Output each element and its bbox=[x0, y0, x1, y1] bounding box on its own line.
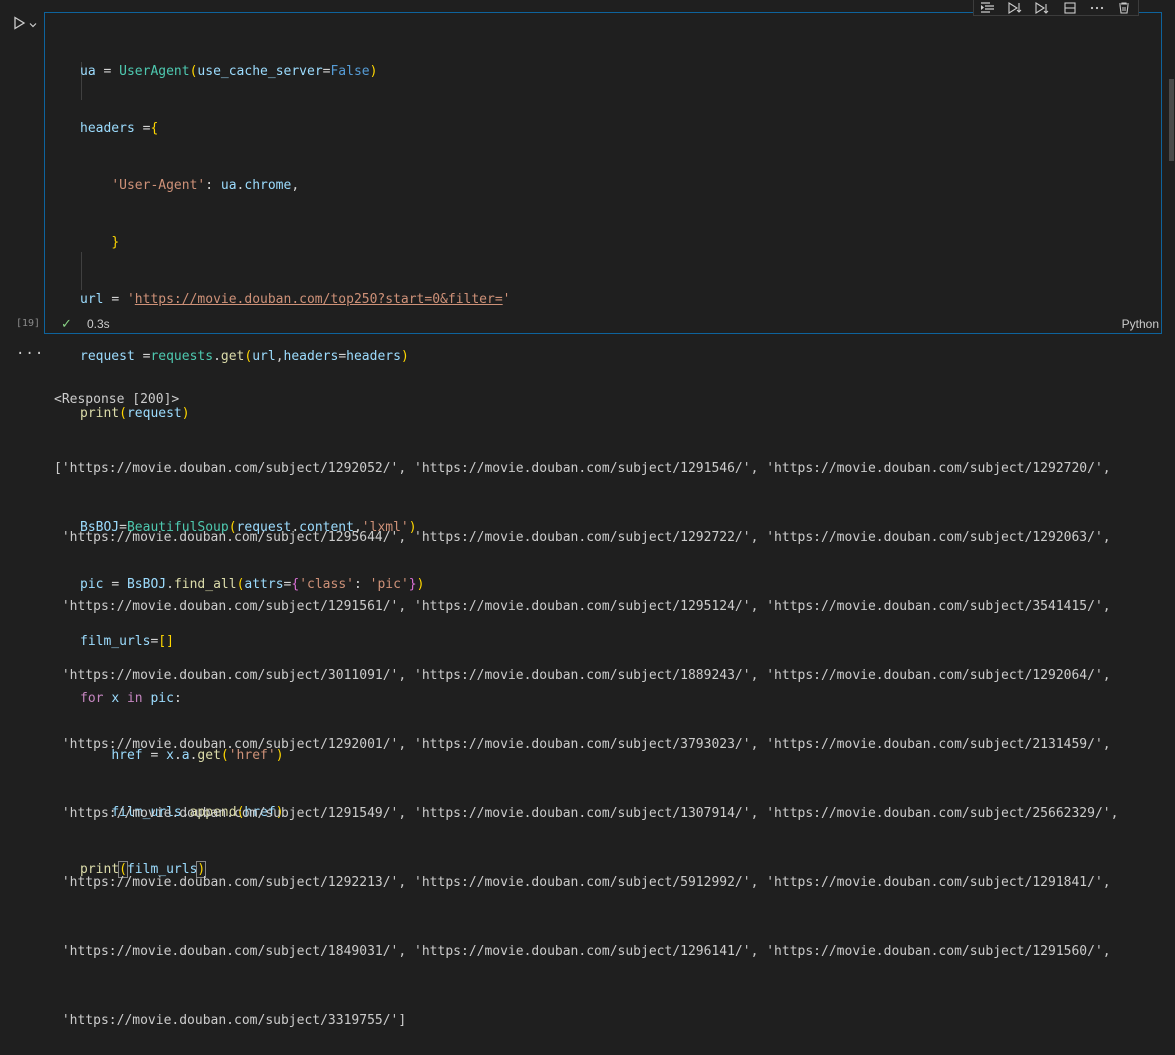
code-line: 'User-Agent': ua.chrome, bbox=[111, 178, 300, 193]
output-line: 'https://movie.douban.com/subject/129200… bbox=[54, 737, 1111, 752]
output-line: <Response [200]> bbox=[54, 392, 180, 407]
execute-below-icon[interactable] bbox=[1032, 1, 1052, 15]
output-more-actions[interactable]: ... bbox=[16, 342, 44, 358]
output-line: ['https://movie.douban.com/subject/12920… bbox=[54, 461, 1111, 476]
more-icon[interactable] bbox=[1087, 1, 1107, 15]
delete-icon[interactable] bbox=[1114, 1, 1134, 15]
output-line: 'https://movie.douban.com/subject/129156… bbox=[54, 599, 1111, 614]
execution-count: [19] bbox=[16, 318, 41, 329]
language-selector[interactable]: Python bbox=[1122, 317, 1159, 331]
split-cell-icon[interactable] bbox=[1060, 1, 1080, 15]
output-line: 'https://movie.douban.com/subject/129154… bbox=[54, 806, 1119, 821]
output-line: 'https://movie.douban.com/subject/331975… bbox=[54, 1013, 407, 1028]
execution-time: 0.3s bbox=[87, 317, 110, 331]
vertical-scrollbar[interactable] bbox=[1167, 13, 1175, 576]
output-line: 'https://movie.douban.com/subject/301109… bbox=[54, 668, 1111, 683]
code-line: ua = UserAgent(use_cache_server=False) bbox=[80, 64, 378, 79]
code-line: headers ={ bbox=[80, 121, 159, 136]
scrollbar-thumb[interactable] bbox=[1169, 79, 1174, 161]
chevron-down-icon[interactable] bbox=[28, 15, 38, 34]
run-by-line-icon[interactable] bbox=[978, 1, 998, 15]
output-line: 'https://movie.douban.com/subject/184903… bbox=[54, 944, 1111, 959]
execute-above-icon[interactable] bbox=[1005, 1, 1025, 15]
output-line: 'https://movie.douban.com/subject/129221… bbox=[54, 875, 1111, 890]
play-icon bbox=[12, 15, 26, 34]
success-check-icon: ✓ bbox=[61, 316, 72, 331]
run-cell-button[interactable] bbox=[12, 15, 44, 33]
code-line: url = 'https://movie.douban.com/top250?s… bbox=[80, 292, 511, 307]
cell-output: <Response [200]> ['https://movie.douban.… bbox=[54, 342, 1118, 1055]
output-line: 'https://movie.douban.com/subject/129564… bbox=[54, 530, 1111, 545]
code-line: } bbox=[111, 235, 120, 250]
cell-status-bar: ✓ 0.3s Python bbox=[45, 314, 1161, 334]
cell-toolbar bbox=[973, 0, 1139, 16]
